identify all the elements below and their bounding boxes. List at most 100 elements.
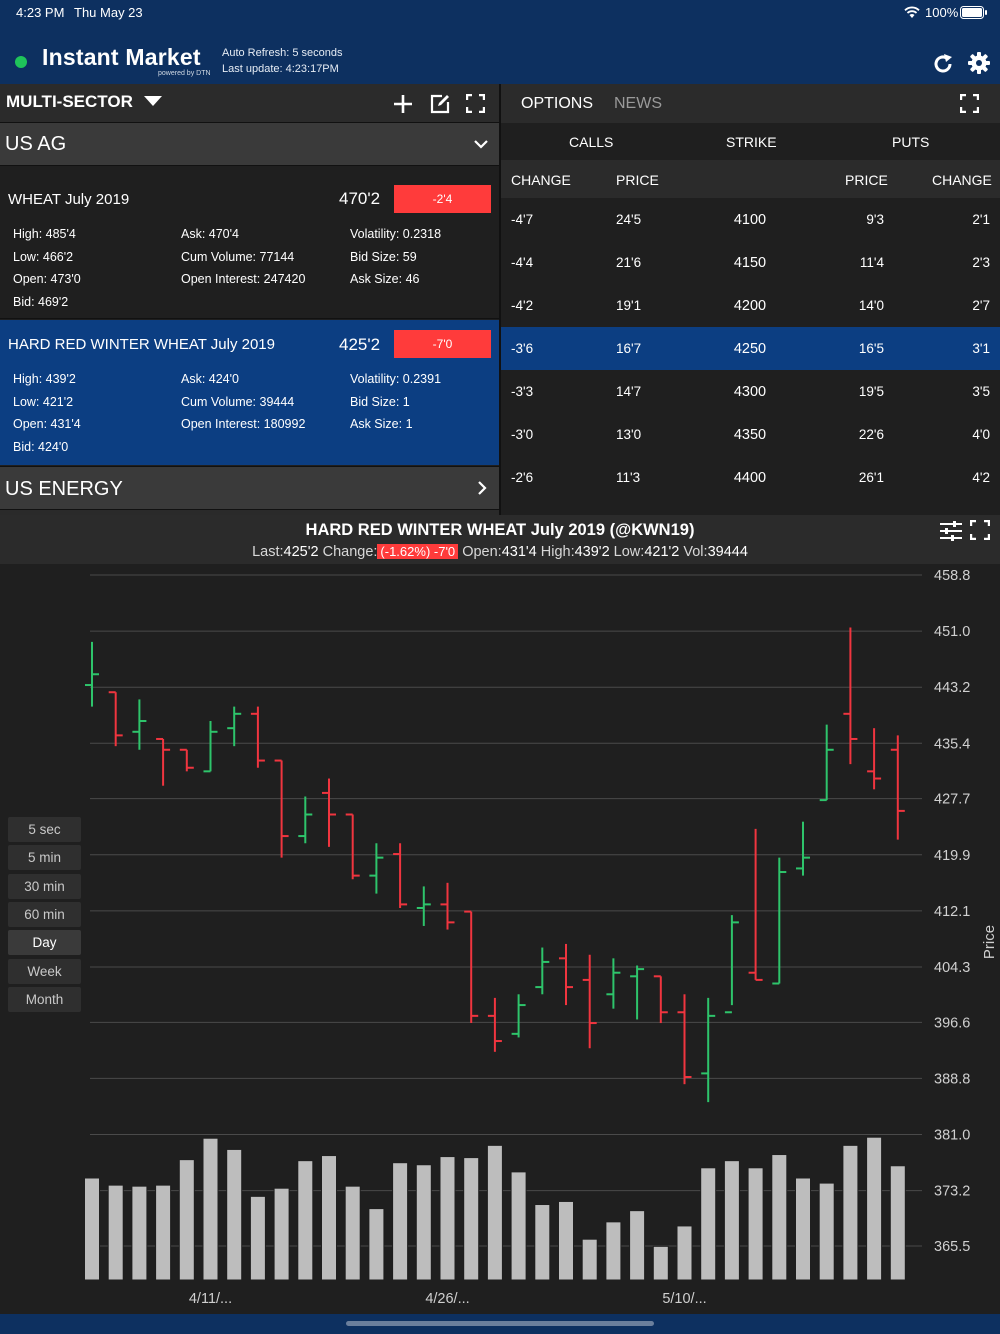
tab-news[interactable]: NEWS [614, 95, 662, 113]
chart-settings-sliders-icon[interactable] [939, 520, 963, 542]
volume-bar [273, 1187, 290, 1281]
summary-vol: 39444 [707, 544, 748, 560]
option-strike: 4200 [733, 298, 767, 314]
last-update-label: Last update: 4:23:17PM [222, 63, 339, 75]
ohlc-bar [630, 965, 645, 1020]
ohlc-bar [796, 821, 810, 876]
volume-bar [700, 1167, 717, 1281]
settings-gear-icon[interactable] [968, 52, 990, 74]
connection-status-icon [15, 56, 27, 68]
option-row[interactable]: -2'6 11'3 4400 26'1 4'2 [501, 456, 1000, 499]
option-row[interactable]: -4'2 19'1 4200 14'0 2'7 [501, 284, 1000, 327]
summary-low: 421'2 [644, 544, 680, 560]
ohlc-bar [345, 813, 360, 880]
y-axis-label: Price [981, 925, 998, 959]
option-row[interactable]: -4'7 24'5 4100 9'3 2'1 [501, 198, 1000, 241]
quote-bid: Bid: 424'0 [13, 440, 69, 454]
ohlc-bar [677, 994, 692, 1085]
multi-sector-header: MULTI-SECTOR [0, 84, 499, 123]
ohlc-bar [440, 882, 455, 930]
volume-bar [415, 1164, 432, 1281]
y-tick-label: 373.2 [934, 1184, 970, 1200]
option-put-price: 9'3 [866, 212, 884, 227]
option-call-change: -4'4 [511, 255, 534, 270]
summary-change-badge: (-1.62%) -7'0 [377, 544, 459, 559]
ohlc-bar [487, 997, 502, 1052]
home-indicator[interactable] [346, 1321, 654, 1326]
expand-options-icon[interactable] [960, 94, 979, 113]
quote-card-hrw-wheat[interactable]: HARD RED WINTER WHEAT July 2019 425'2 -7… [0, 320, 499, 465]
summary-high: 439'2 [574, 544, 610, 560]
chevron-right-icon [478, 481, 487, 495]
add-icon[interactable] [393, 94, 413, 114]
option-call-price: 21'6 [616, 255, 642, 270]
options-group-header: CALLS STRIKE PUTS [501, 123, 1000, 160]
quote-ask-size: Ask Size: 1 [350, 417, 413, 431]
quote-card-wheat[interactable]: WHEAT July 2019 470'2 -2'4 High: 485'4 L… [0, 166, 499, 319]
option-row[interactable]: -3'0 13'0 4350 22'6 4'0 [501, 413, 1000, 456]
ohlc-bar [582, 954, 597, 1049]
volume-bar [676, 1225, 693, 1281]
volume-bar [486, 1144, 503, 1281]
y-tick-label: 419.9 [934, 848, 970, 864]
y-tick-label: 435.4 [934, 736, 970, 752]
ohlc-bar [369, 843, 384, 894]
option-put-price: 16'5 [858, 341, 884, 356]
quote-ask: Ask: 424'0 [181, 372, 239, 386]
volume-bar [202, 1137, 219, 1281]
ohlc-bar [108, 691, 123, 747]
expand-chart-icon[interactable] [970, 520, 990, 540]
quote-cum-volume: Cum Volume: 77144 [181, 250, 295, 264]
sector-row-us-energy[interactable]: US ENERGY [0, 466, 499, 510]
expand-panel-icon[interactable] [466, 94, 485, 113]
volume-bar [629, 1210, 646, 1281]
quote-high: High: 439'2 [13, 372, 76, 386]
option-put-change: 4'2 [972, 470, 990, 485]
volume-bar [84, 1177, 100, 1281]
x-tick-label: 4/11/... [189, 1291, 232, 1307]
option-put-price: 14'0 [858, 298, 884, 313]
put-change-header: CHANGE [932, 172, 992, 188]
quote-open-interest: Open Interest: 247420 [181, 272, 306, 286]
volume-bar [249, 1195, 266, 1281]
refresh-icon[interactable] [931, 52, 955, 76]
chart-title: HARD RED WINTER WHEAT July 2019 (@KWN19) [305, 521, 695, 539]
sector-row-us-ag[interactable]: US AG [0, 123, 499, 166]
quote-low: Low: 466'2 [13, 250, 74, 264]
summary-last-label: Last: [252, 544, 284, 560]
volume-bar [534, 1204, 551, 1281]
summary-high-label: High: [540, 544, 575, 560]
option-strike: 4300 [733, 384, 767, 400]
option-put-price: 26'1 [858, 470, 884, 485]
option-row[interactable]: -4'4 21'6 4150 11'4 2'3 [501, 241, 1000, 284]
quote-bid-size: Bid Size: 1 [350, 395, 410, 409]
volume-bar [226, 1148, 243, 1281]
volume-bar [795, 1177, 811, 1281]
ohlc-bar [274, 759, 289, 858]
volume-bar [321, 1155, 337, 1281]
ohlc-bar [701, 997, 716, 1103]
option-row[interactable]: -3'3 14'7 4300 19'5 3'5 [501, 370, 1000, 413]
auto-refresh-label: Auto Refresh: 5 seconds [222, 47, 343, 59]
volume-bar [818, 1182, 835, 1281]
quote-bid: Bid: 469'2 [13, 295, 69, 309]
volume-bar [771, 1154, 788, 1281]
app-header: Instant Market powered by DTN Auto Refre… [0, 30, 1000, 84]
option-put-price: 19'5 [858, 384, 884, 399]
powered-by: powered by DTN [158, 70, 211, 77]
bottom-bar [0, 1314, 1000, 1334]
ohlc-bar [772, 857, 787, 985]
quote-change-badge: -2'4 [394, 185, 491, 213]
volume-bar [842, 1144, 859, 1281]
price-chart[interactable]: 458.8 451.0 443.2 435.4 427.7 419.9 412.1 404.3… [0, 564, 1000, 1314]
edit-icon[interactable] [430, 94, 450, 114]
ohlc-bar [819, 724, 834, 802]
x-tick-label: 5/10/... [662, 1291, 706, 1307]
y-tick-label: 381.0 [934, 1128, 970, 1144]
multi-sector-title[interactable]: MULTI-SECTOR [6, 92, 133, 112]
dropdown-caret-icon[interactable] [144, 96, 162, 107]
options-table-body: -4'7 24'5 4100 9'3 2'1 -4'4 21'6 4150 11'4 2'3 -4'… [501, 206, 1000, 515]
option-row[interactable]: -3'6 16'7 4250 16'5 3'1 [501, 327, 1000, 370]
tab-options[interactable]: OPTIONS [521, 95, 593, 113]
summary-low-label: Low: [613, 544, 645, 560]
